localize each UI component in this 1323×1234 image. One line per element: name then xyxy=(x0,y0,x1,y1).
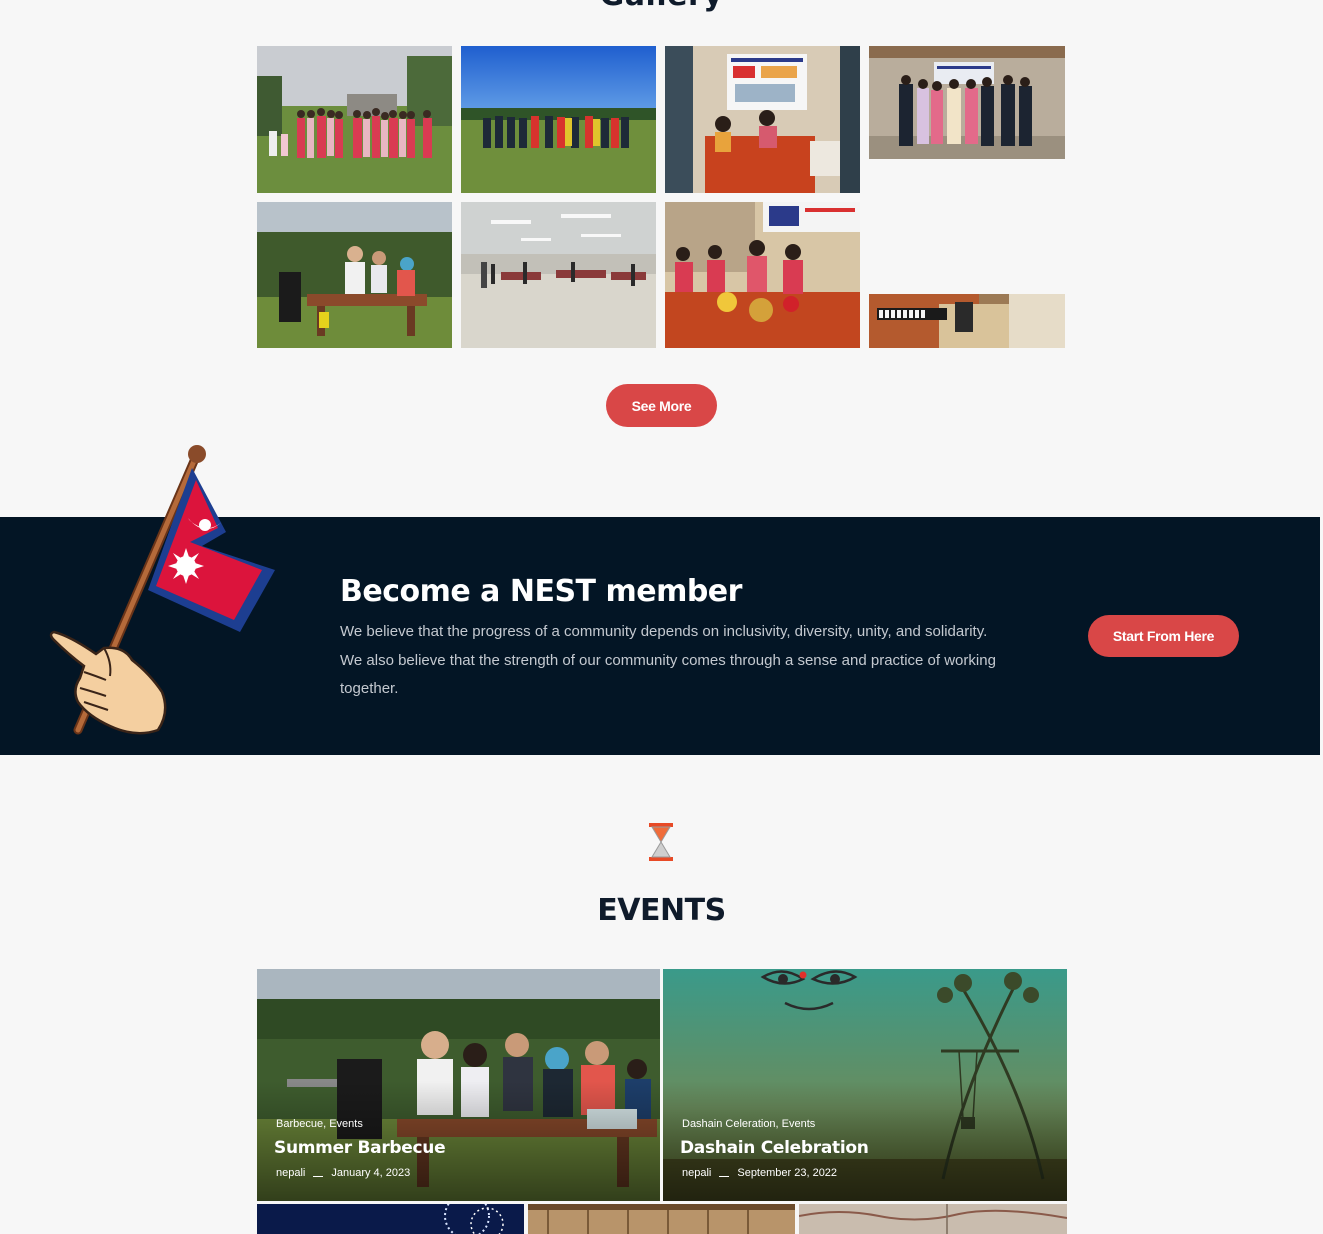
event-title[interactable]: Summer Barbecue xyxy=(274,1138,446,1158)
event-author[interactable]: nepali xyxy=(276,1167,305,1179)
gallery-photo-soccer-team[interactable] xyxy=(461,46,656,193)
nepal-flag-illustration xyxy=(49,445,275,735)
see-more-button[interactable]: See More xyxy=(606,384,717,427)
gallery-photo-formal-group[interactable] xyxy=(869,46,1065,159)
gallery-photo-info-booth[interactable] xyxy=(665,46,860,193)
gallery-photo-keyboard[interactable] xyxy=(869,294,1065,348)
event-meta: nepali January 4, 2023 xyxy=(276,1167,410,1179)
member-description: We believe that the progress of a commun… xyxy=(340,623,996,697)
gallery-photo-ladies-table[interactable] xyxy=(665,202,860,348)
gallery-photo-hall[interactable] xyxy=(461,202,656,348)
event-categories[interactable]: Barbecue, Events xyxy=(276,1118,363,1130)
event-card-thumbnail[interactable] xyxy=(257,1204,524,1234)
event-author[interactable]: nepali xyxy=(682,1167,711,1179)
event-title[interactable]: Dashain Celebration xyxy=(680,1138,869,1158)
gallery-photo-barbecue[interactable] xyxy=(257,202,452,348)
event-card-dashain-celebration[interactable]: Dashain Celeration, Events Dashain Celeb… xyxy=(663,969,1067,1201)
event-categories[interactable]: Dashain Celeration, Events xyxy=(682,1118,815,1130)
event-date[interactable]: January 4, 2023 xyxy=(331,1167,410,1179)
member-title: Become a NEST member xyxy=(340,574,742,609)
meta-separator xyxy=(313,1175,324,1177)
hourglass-icon xyxy=(649,823,673,861)
event-meta: nepali September 23, 2022 xyxy=(682,1167,837,1179)
event-card-thumbnail[interactable] xyxy=(799,1204,1067,1234)
events-title: EVENTS xyxy=(597,893,726,928)
gallery-photo-women-group[interactable] xyxy=(257,46,452,193)
event-card-summer-barbecue[interactable]: Barbecue, Events Summer Barbecue nepali … xyxy=(257,969,660,1201)
gallery-title: Gallery xyxy=(0,0,1323,13)
meta-separator xyxy=(719,1175,730,1177)
page: Gallery xyxy=(0,0,1323,1234)
start-from-here-button[interactable]: Start From Here xyxy=(1088,615,1239,657)
event-date[interactable]: September 23, 2022 xyxy=(737,1167,837,1179)
event-card-thumbnail[interactable] xyxy=(528,1204,795,1234)
